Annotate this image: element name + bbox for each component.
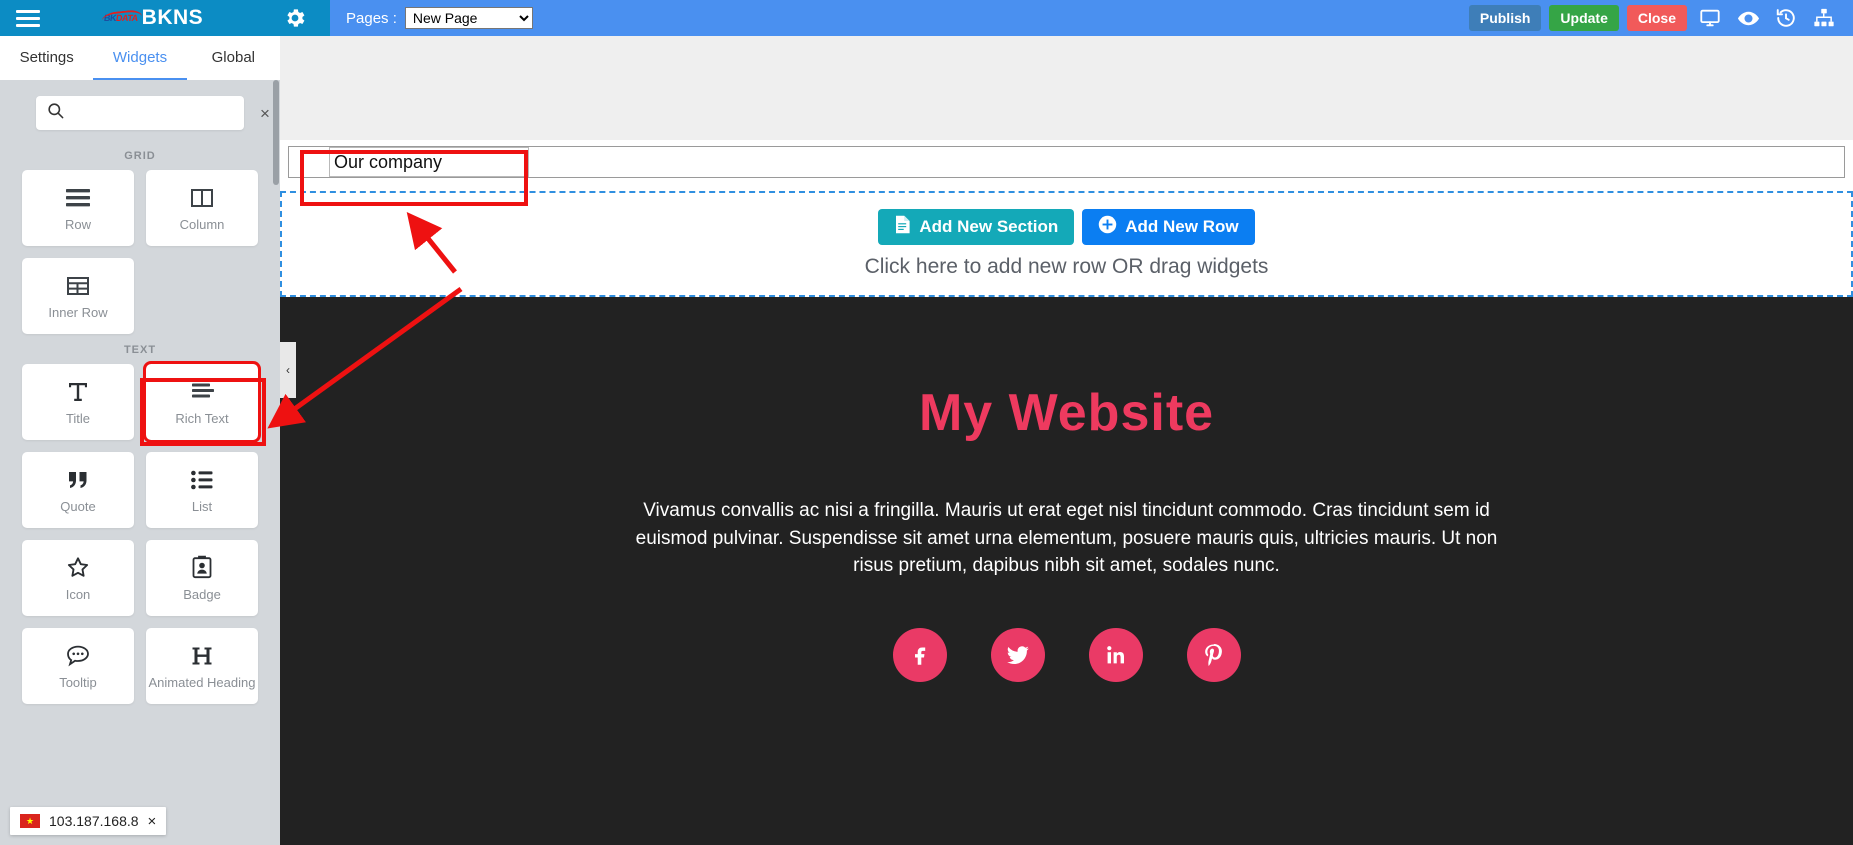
rich-text-icon: [189, 379, 215, 405]
widget-card-tooltip[interactable]: Tooltip: [22, 628, 134, 704]
add-new-section-button[interactable]: Add New Section: [878, 209, 1075, 245]
dropzone-buttons: Add New Section Add New Row: [878, 209, 1255, 245]
widget-card-title[interactable]: Title: [22, 364, 134, 440]
rows-icon: [65, 185, 91, 211]
inner-row-icon: [65, 273, 91, 299]
tooltip-icon: [65, 643, 91, 669]
sidebar-scrollbar[interactable]: [273, 80, 279, 845]
heading-text-input[interactable]: Our company: [329, 147, 529, 177]
star-icon: [65, 555, 91, 581]
widget-card-label: Title: [65, 410, 91, 426]
add-new-row-label: Add New Row: [1125, 217, 1239, 236]
group-title-grid: GRID: [124, 150, 156, 162]
widget-card-label: Icon: [65, 586, 91, 602]
widgets-sidebar: Settings Widgets Global × GRID Row Colum…: [0, 36, 280, 845]
top-bar-actions: Publish Update Close: [1468, 5, 1853, 31]
widget-card-row[interactable]: Row: [22, 170, 134, 246]
eye-icon[interactable]: [1733, 5, 1763, 31]
pages-select[interactable]: New Page: [404, 7, 533, 29]
sitemap-icon[interactable]: [1809, 5, 1839, 31]
widget-card-label: Column: [179, 216, 225, 232]
ip-status-badge: ★ 103.187.168.8 ×: [10, 807, 167, 835]
desktop-icon[interactable]: [1695, 5, 1725, 31]
widget-card-label: Inner Row: [48, 304, 108, 320]
document-icon: [894, 215, 911, 239]
hamburger-icon[interactable]: [6, 0, 50, 36]
widget-card-label: Rich Text: [175, 410, 229, 426]
linkedin-icon[interactable]: [1088, 627, 1143, 682]
bkdata-logo-icon: BKDATA: [103, 12, 139, 23]
brand-title: BKNS: [141, 6, 204, 29]
widget-card-label: Animated Heading: [148, 674, 256, 690]
close-button[interactable]: Close: [1626, 5, 1687, 31]
update-button[interactable]: Update: [1549, 5, 1619, 31]
list-icon: [189, 467, 215, 493]
widget-card-label: Row: [64, 216, 91, 232]
widget-card-label: Tooltip: [59, 674, 97, 690]
add-new-section-label: Add New Section: [919, 217, 1059, 236]
gear-icon[interactable]: [282, 5, 308, 31]
history-icon[interactable]: [1771, 5, 1801, 31]
widget-card-list[interactable]: List: [146, 452, 258, 528]
pages-label: Pages :: [346, 9, 397, 27]
widget-card-column[interactable]: Column: [146, 170, 258, 246]
vietnam-flag-icon: ★: [20, 814, 40, 828]
page-editor-screen: BKDATA BKNS Pages : New Page Publish Upd…: [0, 0, 1853, 845]
twitter-icon[interactable]: [990, 627, 1045, 682]
tab-widgets[interactable]: Widgets: [93, 36, 187, 80]
page-canvas: ‹ Our company Add New Section Add New Ro…: [280, 36, 1853, 845]
hero-social-links: [280, 627, 1853, 682]
pinterest-icon[interactable]: [1186, 627, 1241, 682]
sidebar-tabs: Settings Widgets Global: [0, 36, 280, 80]
logo-data-text: DATA: [115, 12, 139, 23]
widget-card-label: Badge: [183, 586, 221, 602]
widget-card-label: List: [191, 498, 213, 514]
text-title-icon: [66, 379, 90, 405]
tab-global[interactable]: Global: [187, 36, 280, 80]
widget-card-label: Quote: [60, 498, 96, 514]
canvas-collapse-toggle[interactable]: ‹: [280, 342, 296, 398]
widget-card-animated-heading[interactable]: Animated Heading: [146, 628, 258, 704]
brand: BKDATA BKNS: [103, 6, 204, 30]
heading-h-icon: [190, 643, 214, 669]
hero-paragraph: Vivamus convallis ac nisi a fringilla. M…: [635, 500, 1498, 577]
facebook-icon[interactable]: [892, 627, 947, 682]
hero-section[interactable]: My Website Vivamus convallis ac nisi a f…: [280, 297, 1853, 845]
group-title-text: TEXT: [123, 344, 157, 356]
widget-card-rich-text[interactable]: Rich Text: [143, 361, 261, 443]
plus-circle-icon: [1098, 215, 1117, 239]
top-bar-brand-area: BKDATA BKNS: [0, 0, 330, 36]
clear-search-icon[interactable]: ×: [258, 105, 272, 122]
widget-card-icon[interactable]: Icon: [22, 540, 134, 616]
ip-badge-close-icon[interactable]: ×: [148, 814, 157, 829]
search-box[interactable]: ×: [36, 96, 270, 130]
widget-card-inner-row[interactable]: Inner Row: [22, 258, 134, 334]
hero-title: My Website: [918, 384, 1215, 442]
sidebar-search-area: ×: [0, 80, 280, 140]
quote-icon: [65, 467, 91, 493]
ip-address-text: 103.187.168.8: [49, 813, 139, 829]
badge-icon: [191, 555, 213, 581]
widget-card-quote[interactable]: Quote: [22, 452, 134, 528]
widget-grid-grid: Row Column Inner Row: [0, 170, 280, 334]
heading-widget-row[interactable]: Our company: [288, 146, 1845, 178]
dropzone-hint-text: Click here to add new row OR drag widget…: [864, 255, 1269, 278]
widget-card-badge[interactable]: Badge: [146, 540, 258, 616]
empty-row-dropzone[interactable]: Add New Section Add New Row Click here t…: [280, 191, 1853, 297]
search-icon: [46, 101, 65, 125]
publish-button[interactable]: Publish: [1468, 5, 1542, 31]
columns-icon: [189, 185, 215, 211]
canvas-top-strip: [280, 36, 1853, 140]
top-bar: BKDATA BKNS Pages : New Page Publish Upd…: [0, 0, 1853, 36]
tab-settings[interactable]: Settings: [0, 36, 93, 80]
add-new-row-button[interactable]: Add New Row: [1082, 209, 1255, 245]
search-input[interactable]: [73, 104, 258, 122]
sidebar-scrollbar-thumb[interactable]: [273, 80, 279, 185]
widget-grid-text: Title Rich Text Quote List Icon Badge To…: [0, 361, 280, 704]
